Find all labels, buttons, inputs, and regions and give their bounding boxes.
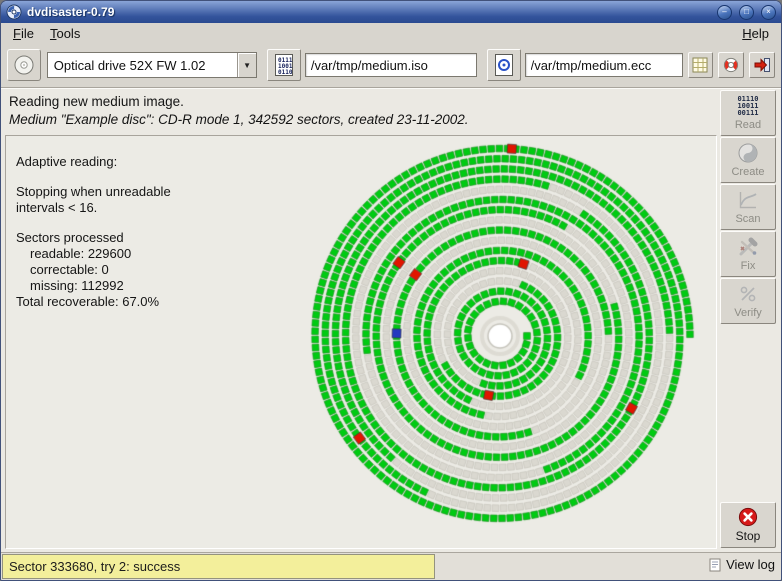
maximize-button[interactable]: □ [739, 5, 754, 20]
quit-button[interactable] [749, 52, 775, 78]
sectors-processed-label: Sectors processed [16, 230, 171, 246]
missing-count: missing: 112992 [16, 278, 171, 294]
image-file-input[interactable] [305, 53, 477, 77]
drive-select-combo[interactable]: Optical drive 52X FW 1.02 ▼ [47, 52, 257, 78]
percent-check-icon [737, 283, 759, 305]
fix-button[interactable]: Fix [720, 231, 776, 277]
stopping-line2: intervals < 16. [16, 200, 171, 216]
message-area: Reading new medium image. Medium "Exampl… [1, 89, 717, 135]
read-button[interactable]: 01110 10011 00111 Read [720, 90, 776, 136]
scan-label: Scan [735, 213, 760, 225]
info-block: Adaptive reading: Stopping when unreadab… [16, 154, 171, 310]
titlebar[interactable]: dvdisaster-0.79 – □ × [1, 1, 781, 23]
fix-label: Fix [741, 260, 756, 272]
tools-icon [737, 236, 759, 258]
menu-tools[interactable]: Tools [42, 25, 88, 42]
exit-icon [753, 57, 771, 73]
sidebar: 01110 10011 00111 Read Create [717, 90, 779, 550]
view-log-label: View log [726, 557, 775, 572]
ecc-file-input[interactable] [525, 53, 683, 77]
window-title: dvdisaster-0.79 [27, 5, 710, 19]
read-label: Read [735, 119, 761, 131]
create-label: Create [731, 166, 764, 178]
main-region: Reading new medium image. Medium "Exampl… [1, 87, 781, 552]
grid-icon [692, 57, 708, 73]
scan-button[interactable]: Scan [720, 184, 776, 230]
chevron-down-icon[interactable]: ▼ [237, 53, 256, 77]
menu-file[interactable]: File [5, 25, 42, 42]
close-button[interactable]: × [761, 5, 776, 20]
status-message: Sector 333680, try 2: success [2, 554, 435, 579]
stopping-line1: Stopping when unreadable [16, 184, 171, 200]
drawing-area: Adaptive reading: Stopping when unreadab… [5, 135, 717, 549]
disc-spiral-visualization [300, 136, 700, 536]
view-log-button[interactable]: View log [708, 557, 775, 572]
binary-file-icon: 0111 1001 0110 [275, 54, 293, 76]
chart-icon [737, 189, 759, 211]
binary-read-icon: 01110 10011 00111 [737, 96, 758, 117]
menu-help[interactable]: Help [734, 25, 777, 42]
stop-button[interactable]: Stop [720, 502, 776, 548]
help-button[interactable] [718, 52, 744, 78]
svg-text:0110: 0110 [278, 69, 293, 76]
log-icon [708, 558, 722, 572]
correctable-count: correctable: 0 [16, 262, 171, 278]
minimize-button[interactable]: – [717, 5, 732, 20]
stop-icon [738, 507, 758, 527]
readable-count: readable: 229600 [16, 246, 171, 262]
adaptive-reading-label: Adaptive reading: [16, 154, 171, 170]
app-icon [6, 4, 22, 20]
ecc-file-icon [495, 54, 513, 76]
checksum-button[interactable] [688, 52, 714, 78]
cd-icon [13, 54, 35, 76]
message-line1: Reading new medium image. [9, 94, 709, 109]
verify-button[interactable]: Verify [720, 278, 776, 324]
drive-button[interactable] [7, 49, 41, 81]
yinyang-icon [737, 142, 759, 164]
verify-label: Verify [734, 307, 762, 319]
toolbar: Optical drive 52X FW 1.02 ▼ 0111 1001 01… [1, 43, 781, 87]
create-button[interactable]: Create [720, 137, 776, 183]
message-line2: Medium "Example disc": CD-R mode 1, 3425… [9, 112, 709, 127]
ecc-file-button[interactable] [487, 49, 521, 81]
stop-label: Stop [736, 529, 761, 543]
app-window: dvdisaster-0.79 – □ × File Tools Help Op… [0, 0, 782, 581]
image-file-button[interactable]: 0111 1001 0110 [267, 49, 301, 81]
total-recoverable: Total recoverable: 67.0% [16, 294, 171, 310]
statusbar: Sector 333680, try 2: success View log [1, 552, 781, 580]
menubar: File Tools Help [1, 23, 781, 43]
drive-select-value: Optical drive 52X FW 1.02 [48, 58, 237, 73]
lifesaver-icon [723, 57, 739, 73]
